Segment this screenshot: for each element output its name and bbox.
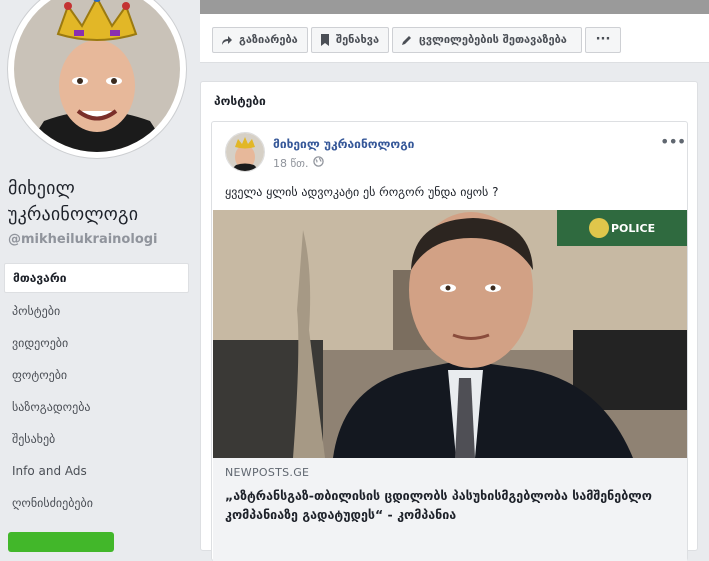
link-source-domain: NEWPOSTS.GE xyxy=(225,466,310,479)
post-author-name[interactable]: მიხეილ უკრაინოლოგი xyxy=(273,137,414,151)
save-button[interactable]: შენახვა xyxy=(311,27,389,53)
sidebar-item-posts[interactable]: პოსტები xyxy=(0,295,189,327)
share-label: გაზიარება xyxy=(239,33,298,46)
globe-icon xyxy=(312,156,324,170)
post-timestamp[interactable]: 18 წთ. xyxy=(273,157,309,170)
create-button[interactable] xyxy=(8,532,114,552)
pencil-icon xyxy=(401,34,413,46)
link-preview[interactable]: NEWPOSTS.GE „აზტრანსგაზ-თბილისის ცდილობს… xyxy=(213,458,687,561)
sidebar-item-home[interactable]: მთავარი xyxy=(4,263,189,293)
link-preview-image[interactable]: POLICE xyxy=(213,210,687,458)
page-action-bar: გაზიარება შენახვა ცვლილებების შეთავაზება… xyxy=(200,14,709,63)
post: მიხეილ უკრაინოლოგი 18 წთ. ••• ყველა ყლის… xyxy=(211,121,688,561)
sidebar-item-about[interactable]: შესახებ xyxy=(0,423,189,455)
cover-photo[interactable] xyxy=(200,0,709,14)
save-label: შენახვა xyxy=(336,33,380,46)
suggest-edits-label: ცვლილებების შეთავაზება xyxy=(419,33,567,46)
sidebar-item-info-ads[interactable]: Info and Ads xyxy=(0,455,189,487)
sidebar-nav: მთავარი პოსტები ვიდეოები ფოტოები საზოგად… xyxy=(0,263,189,519)
share-icon xyxy=(221,34,233,46)
more-actions-button[interactable]: ··· xyxy=(585,27,621,53)
sidebar-item-videos[interactable]: ვიდეოები xyxy=(0,327,189,359)
post-author-avatar[interactable] xyxy=(225,132,265,172)
bookmark-icon xyxy=(320,34,330,46)
suggest-edits-button[interactable]: ცვლილებების შეთავაზება xyxy=(392,27,582,53)
post-options-button[interactable]: ••• xyxy=(660,132,686,151)
link-title[interactable]: „აზტრანსგაზ-თბილისის ცდილობს პასუხისმგებ… xyxy=(225,486,675,524)
post-text: ყველა ყლის ადვოკატი ეს როგორ უნდა იყოს ? xyxy=(225,185,499,199)
share-button[interactable]: გაზიარება xyxy=(212,27,308,53)
page-name[interactable]: მიხეილ უკრაინოლოგი xyxy=(8,176,198,228)
more-dots-icon: ··· xyxy=(595,32,611,47)
posts-section-title[interactable]: პოსტები xyxy=(214,94,266,108)
sidebar-item-photos[interactable]: ფოტოები xyxy=(0,359,189,391)
posts-card: პოსტები მიხეილ უკრაინოლოგი 18 წთ. ••• ყვ… xyxy=(200,81,698,561)
sidebar-item-community[interactable]: საზოგადოება xyxy=(0,391,189,423)
page-handle[interactable]: @mikheilukrainologi xyxy=(8,232,158,247)
left-column: მიხეილ უკრაინოლოგი @mikheilukrainologi მ… xyxy=(0,0,200,552)
post-meta: 18 წთ. xyxy=(273,156,324,170)
sidebar-item-events[interactable]: ღონისძიებები xyxy=(0,487,189,519)
police-sign-text: POLICE xyxy=(611,222,655,235)
